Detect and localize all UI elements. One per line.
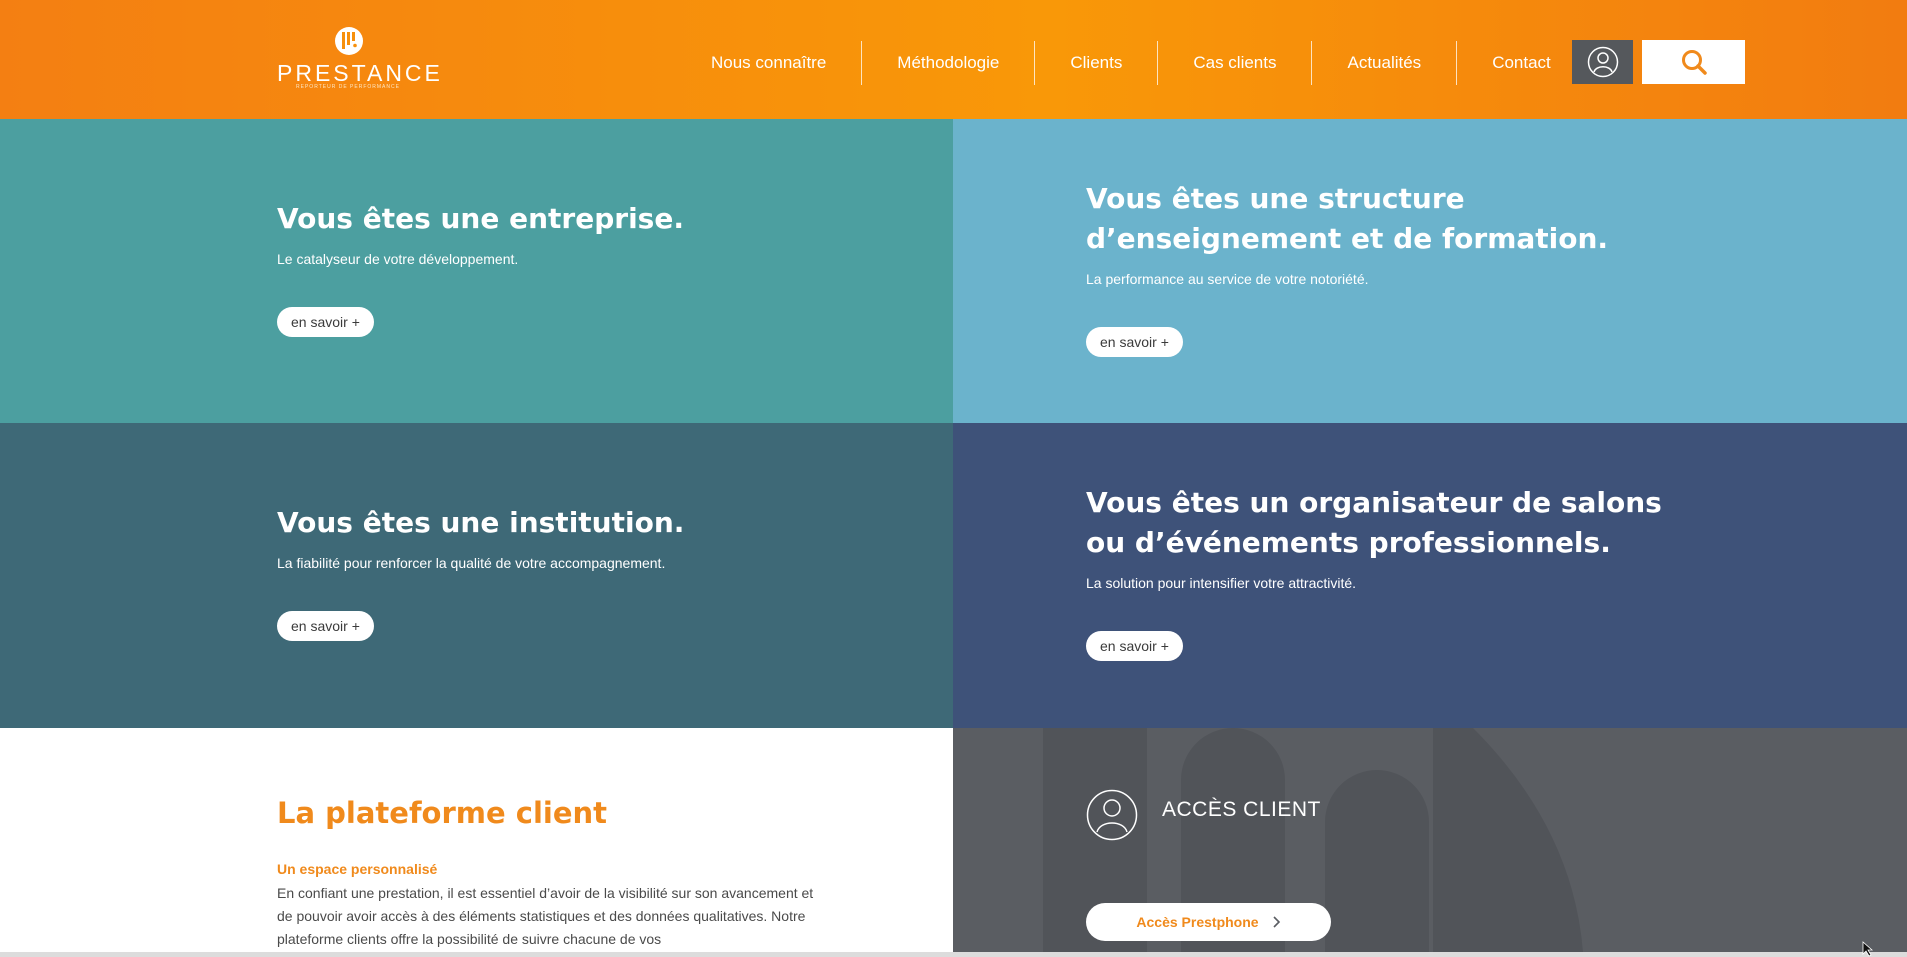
user-icon bbox=[1587, 46, 1618, 78]
access-title: ACCÈS CLIENT bbox=[1162, 798, 1321, 821]
platform-title: La plateforme client bbox=[277, 796, 608, 830]
site-header: PRESTANCE REPORTEUR DE PERFORMANCE Nous … bbox=[0, 0, 1907, 119]
decor-arch bbox=[1325, 770, 1429, 952]
tile-title: Vous êtes une institution. bbox=[277, 506, 685, 539]
en-savoir-plus-button[interactable]: en savoir + bbox=[277, 611, 374, 641]
tile-organisateur: Vous êtes un organisateur de salons ou d… bbox=[953, 423, 1907, 728]
tile-subtitle: La solution pour intensifier votre attra… bbox=[1086, 575, 1357, 591]
tile-enseignement: Vous êtes une structure d’enseignement e… bbox=[953, 119, 1907, 423]
platform-subtitle: Un espace personnalisé bbox=[277, 861, 438, 877]
logo-tagline: REPORTEUR DE PERFORMANCE bbox=[296, 84, 400, 90]
tile-subtitle: Le catalyseur de votre développement. bbox=[277, 251, 519, 267]
prestance-logo[interactable]: PRESTANCE REPORTEUR DE PERFORMANCE bbox=[277, 24, 443, 90]
decor-curve bbox=[1433, 728, 1583, 952]
logo-name: PRESTANCE bbox=[277, 60, 443, 86]
tile-institution: Vous êtes une institution. La fiabilité … bbox=[0, 423, 953, 728]
en-savoir-plus-button[interactable]: en savoir + bbox=[277, 307, 374, 337]
tile-content: Vous êtes une entreprise. Le catalyseur … bbox=[277, 199, 877, 337]
account-button[interactable] bbox=[1572, 40, 1633, 84]
tile-subtitle: La performance au service de votre notor… bbox=[1086, 271, 1369, 287]
nav-clients[interactable]: Clients bbox=[1035, 40, 1157, 86]
tile-content: Vous êtes un organisateur de salons ou d… bbox=[1086, 483, 1696, 661]
acces-prestphone-button[interactable]: Accès Prestphone bbox=[1086, 903, 1331, 941]
nav-methodologie[interactable]: Méthodologie bbox=[862, 40, 1034, 86]
en-savoir-plus-button[interactable]: en savoir + bbox=[1086, 631, 1183, 661]
tile-title: Vous êtes un organisateur de salons ou d… bbox=[1086, 486, 1662, 559]
tile-content: Vous êtes une structure d’enseignement e… bbox=[1086, 179, 1696, 357]
access-button-label: Accès Prestphone bbox=[1136, 914, 1259, 930]
nav-actualites[interactable]: Actualités bbox=[1312, 40, 1456, 86]
user-icon bbox=[1086, 789, 1138, 841]
logo-mark-icon bbox=[335, 27, 363, 55]
chevron-right-icon bbox=[1273, 916, 1280, 928]
nav-nous-connaitre[interactable]: Nous connaître bbox=[676, 40, 861, 86]
tile-entreprise: Vous êtes une entreprise. Le catalyseur … bbox=[0, 119, 953, 423]
platform-body: En confiant une prestation, il est essen… bbox=[277, 885, 814, 947]
tile-title: Vous êtes une structure d’enseignement e… bbox=[1086, 182, 1609, 255]
nav-contact[interactable]: Contact bbox=[1457, 40, 1586, 86]
tile-title: Vous êtes une entreprise. bbox=[277, 202, 684, 235]
tile-subtitle: La fiabilité pour renforcer la qualité d… bbox=[277, 555, 666, 571]
main-nav: Nous connaître Méthodologie Clients Cas … bbox=[676, 40, 1586, 86]
client-access-panel: ACCÈS CLIENT Accès Prestphone bbox=[953, 728, 1907, 952]
mouse-cursor-icon bbox=[1862, 941, 1874, 957]
platform-section: La plateforme client Un espace personnal… bbox=[0, 728, 953, 952]
nav-cas-clients[interactable]: Cas clients bbox=[1158, 40, 1311, 86]
search-button[interactable] bbox=[1642, 40, 1745, 84]
search-icon bbox=[1681, 50, 1707, 75]
tile-content: Vous êtes une institution. La fiabilité … bbox=[277, 503, 877, 641]
en-savoir-plus-button[interactable]: en savoir + bbox=[1086, 327, 1183, 357]
horizontal-scrollbar[interactable] bbox=[0, 952, 1907, 957]
